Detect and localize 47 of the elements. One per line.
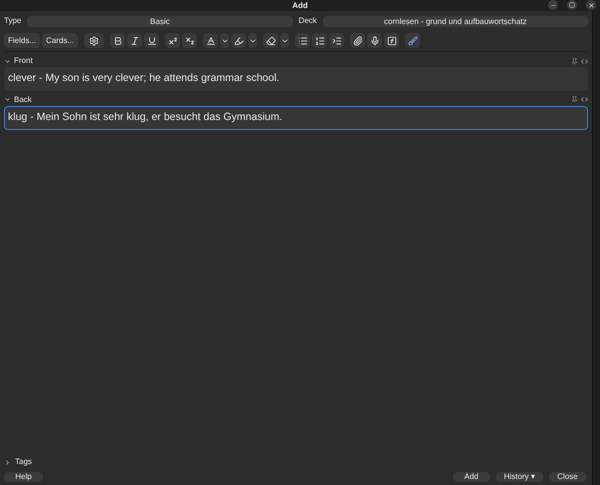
code-icon[interactable] xyxy=(581,58,588,64)
brush-icon[interactable] xyxy=(405,33,420,48)
function-icon[interactable] xyxy=(384,33,400,48)
field-label: Front xyxy=(14,55,33,67)
field-input[interactable]: clever - My son is very clever; he attends grammar school. xyxy=(4,67,588,91)
toolbar-button[interactable]: Cards... xyxy=(42,33,78,48)
numbered-list-icon[interactable] xyxy=(312,33,328,48)
field-input[interactable]: klug - Mein Sohn ist sehr klug, er besucht das Gymnasium. xyxy=(4,106,588,130)
close-icon xyxy=(588,2,594,8)
deck-selector[interactable]: cornlesen - grund und aufbauwortschatz xyxy=(322,16,588,26)
bullet-list-icon[interactable] xyxy=(295,33,310,48)
chevron-down-icon[interactable] xyxy=(4,96,11,104)
chevron-right-icon[interactable] xyxy=(4,458,11,466)
pin-icon[interactable] xyxy=(571,58,578,64)
minimize-button[interactable] xyxy=(548,0,558,10)
maximize-icon xyxy=(569,2,575,8)
bold-icon[interactable] xyxy=(110,33,126,48)
close-button[interactable] xyxy=(586,0,596,10)
tags-label: Tags xyxy=(15,456,32,468)
chevron-down-icon[interactable] xyxy=(4,58,11,64)
eraser-icon[interactable] xyxy=(263,33,278,48)
footer-button[interactable]: History ▾ xyxy=(496,472,543,482)
footer-button[interactable]: Help xyxy=(4,472,43,482)
microphone-icon[interactable] xyxy=(367,33,382,48)
pin-icon[interactable] xyxy=(571,96,578,104)
indent-icon[interactable] xyxy=(329,33,344,48)
underline-icon[interactable] xyxy=(144,33,160,48)
caret-icon[interactable] xyxy=(280,33,290,48)
italic-icon[interactable] xyxy=(127,33,142,48)
highlighter-icon[interactable] xyxy=(231,33,246,48)
deck-label: Deck xyxy=(298,15,317,27)
caret-icon[interactable] xyxy=(220,33,230,48)
type-label: Type xyxy=(4,15,22,27)
superscript-icon[interactable] xyxy=(165,33,180,48)
toolbar-button[interactable]: Fields... xyxy=(4,33,40,48)
window-title: Add xyxy=(292,0,308,10)
settings-icon[interactable] xyxy=(84,33,104,48)
type-selector[interactable]: Basic xyxy=(27,16,293,26)
footer-button[interactable]: Close xyxy=(549,472,586,482)
caret-icon[interactable] xyxy=(248,33,258,48)
text-color-icon[interactable] xyxy=(203,33,218,48)
subscript-icon[interactable] xyxy=(182,33,198,48)
footer-button[interactable]: Add xyxy=(452,472,490,482)
code-icon[interactable] xyxy=(581,96,588,104)
maximize-button[interactable] xyxy=(567,0,577,10)
paperclip-icon[interactable] xyxy=(350,33,366,48)
field-label: Back xyxy=(14,94,32,106)
